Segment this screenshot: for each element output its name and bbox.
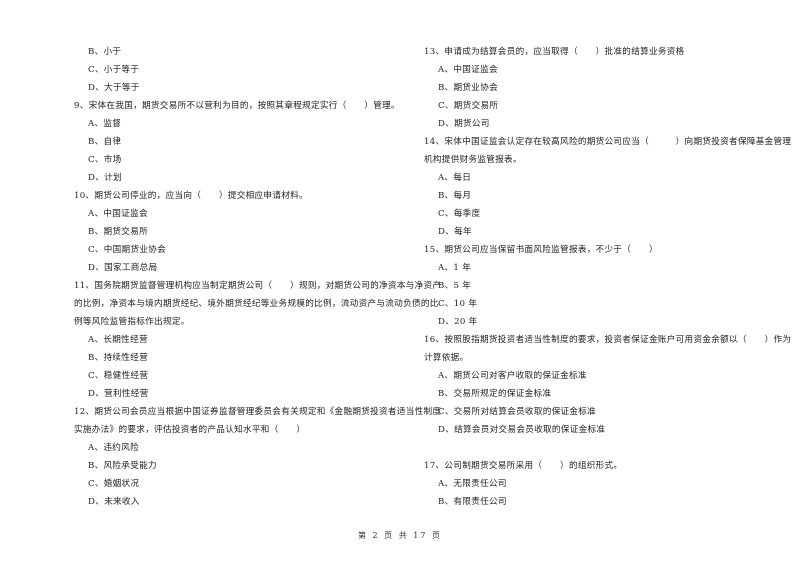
answer-option: B、交易所规定的保证金标准 — [438, 389, 552, 399]
answer-option: A、中国证监会 — [88, 209, 148, 219]
answer-option: A、无限责任公司 — [438, 479, 507, 489]
answer-option: C、中国期货业协会 — [88, 245, 167, 255]
answer-option: B、5 年 — [438, 281, 472, 291]
answer-option: B、小于 — [88, 47, 122, 57]
question-text: 10、期货公司停业的，应当向（ ）提交相应申请材料。 — [74, 191, 308, 201]
answer-option: A、中国证监会 — [438, 65, 498, 75]
answer-option: B、每月 — [438, 191, 472, 201]
answer-option: D、计划 — [88, 173, 122, 183]
question-text: 14、宋体中国证监会认定存在较高风险的期货公司应当（ ）向期货投资者保障基金管理 — [424, 137, 792, 147]
question-text: 17、公司制期货交易所采用（ ）的组织形式。 — [424, 461, 623, 471]
answer-option: D、20 年 — [438, 317, 478, 327]
answer-option: D、营利性经营 — [88, 389, 149, 399]
answer-option: D、结算会员对交易会员收取的保证金标准 — [438, 425, 606, 435]
question-text: 实施办法》的要求，评估投资者的产品认知水平和（ ） — [74, 425, 306, 435]
question-text: 的比例，净资本与境内期货经纪、境外期货经纪等业务规模的比例，流动资产与流动负债的… — [74, 299, 439, 309]
page-footer: 第 2 页 共 17 页 — [358, 531, 442, 540]
answer-option: A、长期性经营 — [88, 335, 148, 345]
answer-option: A、违约风险 — [88, 443, 139, 453]
answer-option: B、期货业协会 — [438, 83, 498, 93]
answer-option: B、风险承受能力 — [88, 461, 157, 471]
answer-option: C、10 年 — [438, 299, 478, 309]
answer-option: C、小于等于 — [88, 65, 140, 75]
answer-option: C、每季度 — [438, 209, 481, 219]
answer-option: D、国家工商总局 — [88, 263, 158, 273]
question-text: 计算依据。 — [424, 353, 469, 363]
question-text: 13、申请成为结算会员的，应当取得（ ）批准的结算业务资格 — [424, 47, 685, 57]
answer-option: B、自律 — [88, 137, 122, 147]
right-column: 13、申请成为结算会员的，应当取得（ ）批准的结算业务资格 A、中国证监会 B、期货… — [424, 43, 792, 511]
answer-option: C、婚姻状况 — [88, 479, 140, 489]
answer-option: D、未来收入 — [88, 497, 140, 507]
answer-option: A、期货公司对客户收取的保证金标准 — [438, 371, 587, 381]
answer-option: B、期货交易所 — [88, 227, 148, 237]
answer-option: A、监督 — [88, 119, 122, 129]
question-text: 15、期货公司应当保留书面风险监管报表，不少于（ ） — [424, 245, 658, 255]
answer-option: A、1 年 — [438, 263, 472, 273]
question-text: 16、按照股指期货投资者适当性制度的要求，投资者保证金账户可用资金余额以（ ）作… — [424, 335, 792, 345]
answer-option: A、每日 — [438, 173, 472, 183]
answer-option: B、持续性经营 — [88, 353, 148, 363]
left-column: B、小于 C、小于等于 D、大于等于 9、宋体在我国，期货交易所不以营利为目的，按照其… — [74, 43, 442, 511]
question-text: 12、期货公司会员应当根据中国证券监督管理委员会有关规定和《金融期货投资者适当性… — [74, 407, 442, 417]
question-text: 11、国务院期货监督管理机构应当制定期货公司（ ）规则，对期货公司的净资本与净资… — [74, 281, 442, 291]
answer-option: C、稳健性经营 — [88, 371, 149, 381]
question-text: 9、宋体在我国，期货交易所不以营利为目的，按照其章程规定实行（ ）管理。 — [74, 101, 400, 111]
answer-option: C、期货交易所 — [438, 101, 499, 111]
answer-option: D、大于等于 — [88, 83, 140, 93]
answer-option: C、市场 — [88, 155, 122, 165]
answer-option: D、期货公司 — [438, 119, 490, 129]
question-text: 例等风险监管指标作出规定。 — [74, 317, 190, 327]
answer-option: C、交易所对结算会员收取的保证金标准 — [438, 407, 597, 417]
answer-option: D、每年 — [438, 227, 472, 237]
answer-option: B、有限责任公司 — [438, 497, 507, 507]
question-text: 机构提供财务监管报表。 — [424, 155, 522, 165]
